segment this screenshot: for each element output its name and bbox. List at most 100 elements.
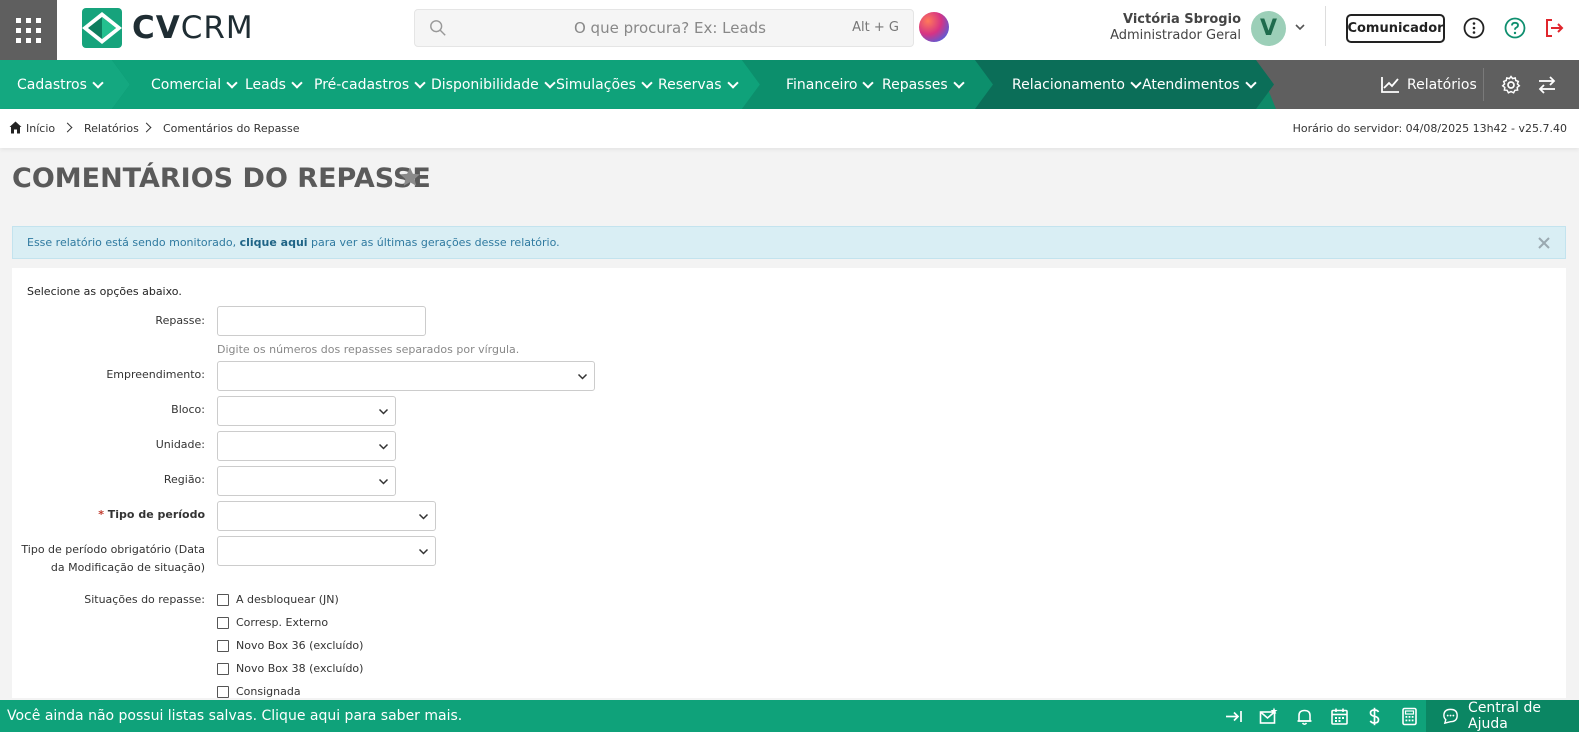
chevron-down-icon xyxy=(226,76,238,89)
nav-relacionamento[interactable]: Relacionamento xyxy=(1012,60,1142,109)
nav-simulacoes[interactable]: Simulações xyxy=(556,60,653,109)
repasse-hint: Digite os números dos repasses separados… xyxy=(217,343,520,356)
nav-reservas[interactable]: Reservas xyxy=(658,60,739,109)
unidade-label: Unidade: xyxy=(155,438,205,451)
empreendimento-label: Empreendimento: xyxy=(106,368,205,381)
calendar-icon[interactable] xyxy=(1330,707,1349,726)
chevron-down-icon xyxy=(641,76,653,89)
chevron-down-icon xyxy=(378,408,389,415)
chevron-right-icon xyxy=(141,122,152,133)
help-icon[interactable] xyxy=(1504,17,1526,39)
chevron-down-icon xyxy=(378,478,389,485)
nav-pre-cadastros[interactable]: Pré-cadastros xyxy=(314,60,426,109)
user-name: Victória Sbrogio xyxy=(1122,12,1241,27)
chevron-down-icon xyxy=(1244,76,1257,89)
situacao-checkbox[interactable]: Consignada xyxy=(217,685,301,698)
regiao-label: Região: xyxy=(163,473,205,486)
avatar[interactable]: V xyxy=(1251,11,1286,46)
tipo-periodo-label: * Tipo de período xyxy=(98,508,205,521)
search-shortcut-hint: Alt + G xyxy=(852,20,899,35)
bloco-select[interactable] xyxy=(217,396,396,426)
gear-icon[interactable] xyxy=(1501,75,1521,95)
breadcrumb-relatorios[interactable]: Relatórios xyxy=(84,122,139,135)
tipo-periodo-obrigatorio-label: Tipo de período obrigatório (Data da Mod… xyxy=(21,543,205,574)
nav-disponibilidade[interactable]: Disponibilidade xyxy=(431,60,556,109)
checkbox[interactable] xyxy=(217,662,229,675)
mail-star-icon[interactable] xyxy=(1259,707,1278,726)
page-title: COMENTÁRIOS DO REPASSE xyxy=(12,163,431,194)
comunicador-button[interactable]: Comunicador xyxy=(1346,14,1445,43)
calculator-icon[interactable] xyxy=(1400,707,1419,726)
search-icon xyxy=(430,20,446,36)
home-icon[interactable] xyxy=(9,121,22,134)
chevron-down-icon xyxy=(414,76,426,89)
chevron-down-icon xyxy=(726,76,739,89)
chevron-down-icon xyxy=(862,76,875,89)
unidade-select[interactable] xyxy=(217,431,396,461)
required-asterisk: * xyxy=(98,508,108,521)
nav-repasses[interactable]: Repasses xyxy=(882,60,965,109)
favorite-star-icon[interactable] xyxy=(399,166,421,188)
situacao-checkbox[interactable]: Novo Box 36 (excluído) xyxy=(217,639,363,652)
empreendimento-select[interactable] xyxy=(217,361,595,391)
breadcrumb: Início Relatórios Comentários do Repasse… xyxy=(0,109,1579,148)
checkbox[interactable] xyxy=(217,593,229,606)
nav-comercial[interactable]: Comercial xyxy=(151,60,238,109)
situacao-checkbox[interactable]: A desbloquear (JN) xyxy=(217,593,339,606)
nav-atendimentos[interactable]: Atendimentos xyxy=(1142,60,1257,109)
logout-icon[interactable] xyxy=(1543,17,1565,39)
tipo-periodo-select[interactable] xyxy=(217,501,436,531)
saved-lists-message[interactable]: Você ainda não possui listas salvas. Cli… xyxy=(7,708,462,724)
brand-logo[interactable]: CVCRM xyxy=(82,8,254,48)
help-center-button[interactable]: Central de Ajuda xyxy=(1426,700,1579,732)
nav-financeiro[interactable]: Financeiro xyxy=(786,60,875,109)
main-nav: Cadastros Comercial Leads Pré-cadastros … xyxy=(0,60,1579,109)
chevron-right-icon xyxy=(62,122,73,133)
form-intro: Selecione as opções abaixo. xyxy=(27,285,182,298)
checkbox[interactable] xyxy=(217,685,229,698)
server-time: Horário do servidor: 04/08/2025 13h42 - … xyxy=(1292,122,1567,135)
more-options-icon[interactable] xyxy=(1463,17,1485,39)
apps-menu-button[interactable] xyxy=(0,0,57,60)
dollar-icon[interactable] xyxy=(1365,707,1384,726)
tipo-periodo-obrigatorio-select[interactable] xyxy=(217,536,436,566)
nav-relatorios[interactable]: Relatórios xyxy=(1380,60,1477,109)
ai-assistant-icon[interactable] xyxy=(919,12,949,42)
situacao-checkbox[interactable]: Corresp. Externo xyxy=(217,616,328,629)
chat-help-icon xyxy=(1443,708,1458,725)
chart-line-icon xyxy=(1381,76,1399,93)
chevron-down-icon xyxy=(291,76,303,89)
user-info[interactable]: Victória Sbrogio Administrador Geral xyxy=(1100,12,1241,44)
brand-name: CVCRM xyxy=(132,10,254,46)
chevron-down-icon xyxy=(1130,76,1142,89)
report-filter-form: Selecione as opções abaixo. Repasse: Dig… xyxy=(12,268,1566,698)
repasse-label: Repasse: xyxy=(155,314,205,327)
breadcrumb-home[interactable]: Início xyxy=(26,122,55,135)
chevron-down-icon xyxy=(577,373,588,380)
chevron-down-icon xyxy=(92,76,104,89)
nav-divider xyxy=(1483,68,1484,101)
chevron-down-icon xyxy=(378,443,389,450)
nav-cadastros[interactable]: Cadastros xyxy=(17,60,104,109)
alert-link[interactable]: clique aqui xyxy=(240,236,308,249)
chevron-down-icon xyxy=(418,513,429,520)
chevron-down-icon xyxy=(953,76,965,89)
bell-icon[interactable] xyxy=(1295,707,1314,726)
checkbox[interactable] xyxy=(217,616,229,629)
global-search[interactable]: Alt + G xyxy=(414,9,914,47)
user-role: Administrador Geral xyxy=(1110,28,1241,43)
close-icon[interactable] xyxy=(1537,236,1551,250)
swap-icon[interactable] xyxy=(1537,75,1557,95)
chevron-down-icon[interactable] xyxy=(1293,20,1307,34)
bloco-label: Bloco: xyxy=(171,403,205,416)
regiao-select[interactable] xyxy=(217,466,396,496)
nav-leads[interactable]: Leads xyxy=(245,60,303,109)
situacao-checkbox[interactable]: Novo Box 38 (excluído) xyxy=(217,662,363,675)
repasse-input[interactable] xyxy=(217,306,426,336)
search-input[interactable] xyxy=(455,10,825,46)
apps-grid-icon xyxy=(16,17,41,43)
monitoring-alert: Esse relatório está sendo monitorado, cl… xyxy=(12,226,1566,259)
chevron-down-icon xyxy=(544,76,556,89)
collapse-right-icon[interactable] xyxy=(1224,707,1243,726)
checkbox[interactable] xyxy=(217,639,229,652)
